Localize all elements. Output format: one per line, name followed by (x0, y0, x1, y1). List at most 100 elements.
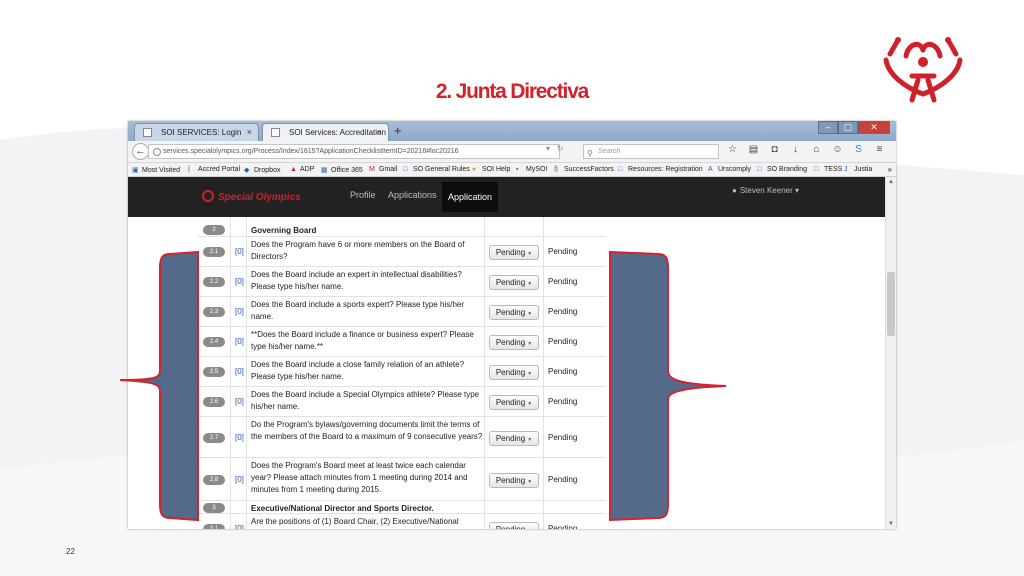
bookmark-star-icon[interactable]: ☆ (726, 144, 739, 155)
item-number-badge: 2.7 (203, 433, 225, 443)
pending-dropdown-button[interactable]: Pending▼ (489, 305, 539, 320)
new-tab-icon[interactable]: + (394, 123, 402, 138)
bookmark-item[interactable]: □ TESS (814, 166, 842, 173)
table-row: 2.4 [0] **Does the Board include a finance… (198, 327, 606, 357)
status-text: Pending (548, 307, 578, 316)
bookmark-item[interactable]: | Accred Portal (188, 166, 240, 173)
status-text: Pending (548, 367, 578, 376)
nav-profile[interactable]: Profile (350, 190, 376, 200)
attachment-count-link[interactable]: [0] (235, 524, 244, 529)
bookmark-item[interactable]: □ SO General Rules (403, 166, 470, 173)
bookmark-item[interactable]: ◆ Dropbox (244, 166, 280, 174)
reading-list-icon[interactable]: ▤ (747, 144, 760, 155)
search-input[interactable]: ⚲ Search (583, 144, 719, 159)
caret-down-icon: ▼ (527, 251, 533, 257)
bookmark-item[interactable]: □ Resources: Registration (618, 166, 703, 173)
pending-dropdown-button[interactable]: Pending▼ (489, 275, 539, 290)
slide-page-number: 22 (66, 547, 75, 556)
scroll-down-icon[interactable]: ▼ (888, 521, 894, 527)
attachment-count-link[interactable]: [0] (235, 277, 244, 286)
minimize-icon[interactable]: – (818, 121, 838, 134)
office-icon: ▦ (321, 167, 328, 174)
skype-icon[interactable]: S (852, 144, 865, 155)
mysoi-icon: ▪ (516, 166, 519, 173)
bookmark-item[interactable]: ● SOI Help (472, 166, 510, 173)
question-text: Do the Program's bylaws/governing docume… (251, 420, 483, 441)
tab-soi-login[interactable]: SOI SERVICES: Login × (134, 123, 259, 141)
site-info-icon[interactable] (153, 148, 161, 156)
maximize-icon[interactable]: ▢ (838, 121, 858, 134)
pending-dropdown-button[interactable]: Pending▼ (489, 245, 539, 260)
bookmark-item[interactable]: ▣ Most Visited (132, 166, 180, 174)
bookmark-item[interactable]: ▪ MySOI (516, 166, 547, 173)
brand-logo[interactable]: Special Olympics (202, 190, 301, 203)
bookmark-item[interactable]: ▦ Office 365 (321, 166, 363, 174)
attachment-count-link[interactable]: [0] (235, 367, 244, 376)
attachment-count-link[interactable]: [0] (235, 247, 244, 256)
close-tab-icon[interactable]: × (377, 127, 382, 137)
scroll-up-icon[interactable]: ▲ (888, 179, 894, 185)
pocket-icon[interactable]: ◘ (768, 144, 781, 155)
slide-title: 2. Junta Directiva (435, 80, 590, 103)
table-row: 2.5 [0] Does the Board include a close fam… (198, 357, 606, 387)
tab-soi-accreditation[interactable]: SOI Services: Accreditation × (262, 123, 389, 141)
pending-dropdown-button[interactable]: Pending▼ (489, 431, 539, 446)
pending-dropdown-button[interactable]: Pending▼ (489, 335, 539, 350)
status-text: Pending (548, 247, 578, 256)
question-text: Does the Board include a close family re… (251, 360, 465, 381)
reload-icon[interactable]: ▾ ↻ (546, 144, 563, 153)
caret-down-icon: ▾ (795, 186, 800, 195)
bookmark-item[interactable]: ▲ ADP (290, 166, 314, 173)
search-icon: ⚲ (587, 149, 593, 158)
page-icon: □ (618, 166, 623, 173)
urscomply-icon: A (708, 166, 713, 173)
attachment-count-link[interactable]: [0] (235, 307, 244, 316)
close-window-icon[interactable]: ✕ (858, 121, 890, 134)
vertical-scrollbar[interactable]: ▲ ▼ (885, 177, 896, 529)
close-tab-icon[interactable]: × (247, 127, 252, 137)
bookmark-icon: ▣ (132, 167, 139, 174)
bookmark-item[interactable]: □ SO Branding (757, 166, 807, 173)
pending-dropdown-button[interactable]: Pending▼ (489, 473, 539, 488)
table-row: 3.1 [0] Are the positions of (1) Board Cha… (198, 514, 606, 529)
page-icon (143, 128, 152, 137)
item-number-badge: 2.3 (203, 307, 225, 317)
bookmark-item[interactable]: J Justia (844, 166, 872, 173)
caret-down-icon: ▼ (527, 281, 533, 287)
pending-dropdown-button[interactable]: Pending▼ (489, 365, 539, 380)
button-label: Pending (495, 476, 526, 485)
attachment-count-link[interactable]: [0] (235, 475, 244, 484)
pending-dropdown-button[interactable]: Pending▼ (489, 395, 539, 410)
column-divider (246, 217, 247, 529)
attachment-count-link[interactable]: [0] (235, 433, 244, 442)
status-text: Pending (548, 433, 578, 442)
home-icon[interactable]: ⌂ (810, 144, 823, 155)
address-bar[interactable]: services.specialolympics.org/Process/Ind… (148, 144, 560, 159)
bookmark-item[interactable]: A Urscomply (708, 166, 751, 173)
table-row: 2.8 [0] Does the Program's Board meet at l… (198, 458, 606, 501)
button-label: Pending (495, 398, 526, 407)
nav-application[interactable]: Application (442, 182, 499, 212)
caret-down-icon: ▼ (527, 479, 533, 485)
attachment-count-link[interactable]: [0] (235, 337, 244, 346)
download-icon[interactable]: ↓ (789, 144, 802, 155)
column-divider (230, 217, 231, 529)
button-label: Pending (495, 434, 526, 443)
user-icon: ● (732, 186, 737, 195)
bookmark-item[interactable]: M Gmail (369, 166, 397, 173)
chat-icon[interactable]: ☺ (831, 144, 844, 155)
user-menu[interactable]: ● Steven Keener ▾ (732, 186, 799, 195)
bookmark-item[interactable]: § SuccessFactors (554, 166, 614, 173)
question-text: Does the Program have 6 or more members … (251, 240, 465, 261)
scrollbar-thumb[interactable] (887, 272, 895, 336)
page-content: 2 Governing Board 2.1 [0] Does the Program h… (128, 217, 885, 529)
section-title: Governing Board (251, 226, 317, 235)
bookmarks-bar: ▣ Most Visited | Accred Portal ◆ Dropbox ▲ A… (128, 163, 896, 177)
more-bookmarks-icon[interactable]: » (888, 165, 892, 174)
pending-dropdown-button[interactable]: Pending▼ (489, 522, 539, 529)
menu-icon[interactable]: ≡ (873, 144, 886, 155)
back-arrow-icon[interactable]: ← (132, 143, 149, 160)
nav-applications[interactable]: Applications (388, 190, 437, 200)
attachment-count-link[interactable]: [0] (235, 397, 244, 406)
page-icon (271, 128, 280, 137)
